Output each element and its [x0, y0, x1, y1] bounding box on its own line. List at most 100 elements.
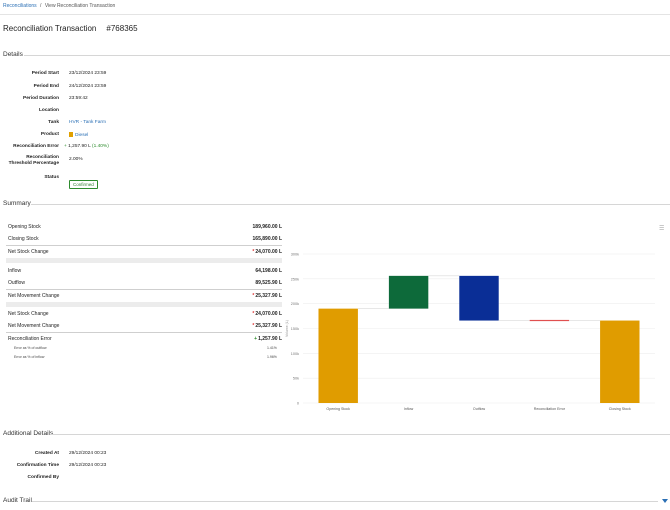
opening-stock-value: 189,960.00 L [252, 224, 282, 230]
status-label: Status [44, 175, 59, 180]
summary-net-change-row-2: Net Stock Change *24,070.00 L [8, 308, 282, 319]
summary-spacer-2 [6, 302, 282, 307]
product-color-swatch [69, 132, 73, 137]
location-label: Location [39, 108, 59, 113]
error-outflow-value: 1.41% [267, 346, 277, 350]
status-badge: Confirmed [69, 173, 98, 191]
section-additional-title: Additional Details [3, 430, 54, 437]
period-start-label: Period Start [31, 71, 59, 76]
section-audit-title[interactable]: Audit Trail [3, 497, 32, 504]
confirmed-by-label: Confirmed By [27, 475, 59, 480]
y-tick-label: 200k [291, 302, 299, 306]
net-movement-value: *25,327.90 L [252, 293, 282, 299]
net-stock-change-2-label: Net Stock Change [8, 311, 49, 317]
header-divider [0, 14, 670, 15]
bar [318, 308, 358, 403]
period-end-value: 24/12/2024 23:59 [69, 84, 107, 89]
period-start-value: 23/12/2024 23:59 [69, 71, 107, 76]
y-tick-label: 50k [293, 377, 299, 381]
period-duration-label: Period Duration [23, 96, 59, 101]
net-stock-change-2-amount: 24,070.00 L [255, 311, 282, 317]
y-tick-label: 250k [291, 277, 299, 281]
y-tick-label: 100k [291, 352, 299, 356]
x-tick-label: Closing Stock [609, 407, 631, 411]
outflow-label: Outflow [8, 280, 25, 286]
menu-icon[interactable]: ☰ [659, 225, 664, 232]
error-outflow-label: Error as % of outflow [14, 346, 47, 350]
breadcrumb-current: View Reconciliation Transaction [44, 3, 116, 9]
summary-spacer-1 [6, 258, 282, 263]
net-stock-change-label: Net Stock Change [8, 249, 49, 255]
net-movement-2-label: Net Movement Change [8, 323, 60, 329]
x-tick-label: Outflow [473, 407, 486, 411]
summary-net-movement-row-2: Net Movement Change *25,327.90 L [8, 320, 282, 331]
created-at-label: Created At [34, 451, 59, 456]
section-additional-divider [50, 434, 670, 435]
product-link[interactable]: Diesel [75, 133, 88, 138]
outflow-value: 89,525.90 L [255, 280, 282, 286]
opening-stock-label: Opening Stock [8, 224, 41, 230]
net-movement-2-value: *25,327.90 L [252, 323, 282, 329]
confirmation-time-label: Confirmation Time [16, 463, 59, 468]
section-summary-divider [31, 204, 670, 205]
recon-error-label: Reconciliation Error [13, 144, 59, 149]
summary-closing-row: Closing Stock 165,890.00 L [8, 233, 282, 244]
bar [388, 275, 429, 309]
bar [459, 275, 499, 321]
page-title-label: Reconciliation Transaction [3, 24, 97, 33]
summary-recon-error-value: +1,257.90 L [254, 336, 282, 342]
error-inflow-label: Error as % of inflow [14, 355, 45, 359]
net-movement-2-amount: 25,327.90 L [255, 323, 282, 329]
error-inflow-value: 1.96% [267, 355, 277, 359]
product-label: Product [40, 132, 59, 137]
section-details-divider [24, 55, 670, 56]
y-axis-label: Volume (L) [285, 320, 289, 337]
inflow-value: 64,198.00 L [255, 268, 282, 274]
summary-recon-error-amount: 1,257.90 L [258, 336, 282, 342]
status-badge-text: Confirmed [69, 180, 98, 189]
recon-error-prefix: + [64, 144, 67, 149]
product-value: Diesel [69, 132, 88, 138]
x-tick-label: Inflow [404, 407, 414, 411]
waterfall-chart: 0 50k 100k 150k 200k 250k 300k Volume (L) Openin… [285, 253, 655, 411]
period-end-label: Period End [33, 84, 59, 89]
recon-error-amount: 1,257.90 L [68, 144, 91, 149]
summary-inflow-row: Inflow 64,198.00 L [8, 265, 282, 276]
bar [529, 319, 570, 322]
section-audit-divider [32, 501, 658, 502]
chevron-down-icon[interactable] [662, 499, 668, 503]
y-tick-label: 0 [297, 402, 299, 406]
inflow-label: Inflow [8, 268, 22, 274]
recon-error-pct: (1.40%) [92, 144, 109, 149]
period-duration-value: 23:59:42 [69, 96, 88, 101]
breadcrumb: Reconciliations / View Reconciliation Tr… [3, 3, 115, 9]
confirmation-time-value: 29/12/2024 00:23 [69, 463, 107, 468]
recon-error-value: + 1,257.90 L (1.40%) [64, 144, 109, 149]
transaction-id: #768365 [106, 24, 138, 33]
created-at-value: 29/12/2024 00:23 [69, 451, 107, 456]
page-title: Reconciliation Transaction #768365 [3, 24, 138, 33]
threshold-label: Reconciliation Threshold Percentage [8, 155, 59, 166]
summary-recon-error-label: Reconciliation Error [8, 336, 52, 342]
summary-net-change-row: Net Stock Change *24,070.00 L [8, 246, 282, 257]
x-tick-label: Reconciliation Error [534, 407, 566, 411]
summary-recon-error-row: Reconciliation Error +1,257.90 L [8, 333, 282, 344]
closing-stock-value: 165,890.00 L [252, 236, 282, 242]
summary-net-movement-row: Net Movement Change *25,327.90 L [8, 290, 282, 301]
y-tick-label: 300k [291, 253, 299, 257]
tank-label: Tank [48, 120, 59, 125]
summary-opening-row: Opening Stock 189,960.00 L [8, 221, 282, 232]
summary-outflow-row: Outflow 89,525.90 L [8, 277, 282, 288]
section-details-title: Details [3, 51, 23, 58]
bar [600, 320, 640, 403]
net-movement-label: Net Movement Change [8, 293, 60, 299]
net-stock-change-2-value: *24,070.00 L [252, 311, 282, 317]
tank-link[interactable]: HVR - Tank Farm [69, 120, 106, 125]
net-stock-change-value: *24,070.00 L [252, 249, 282, 255]
breadcrumb-root-link[interactable]: Reconciliations [3, 3, 37, 9]
closing-stock-label: Closing Stock [8, 236, 39, 242]
threshold-value: 2.00% [69, 157, 83, 162]
net-movement-amount: 25,327.90 L [255, 293, 282, 299]
net-stock-change-amount: 24,070.00 L [255, 249, 282, 255]
x-tick-label: Opening Stock [326, 407, 350, 411]
